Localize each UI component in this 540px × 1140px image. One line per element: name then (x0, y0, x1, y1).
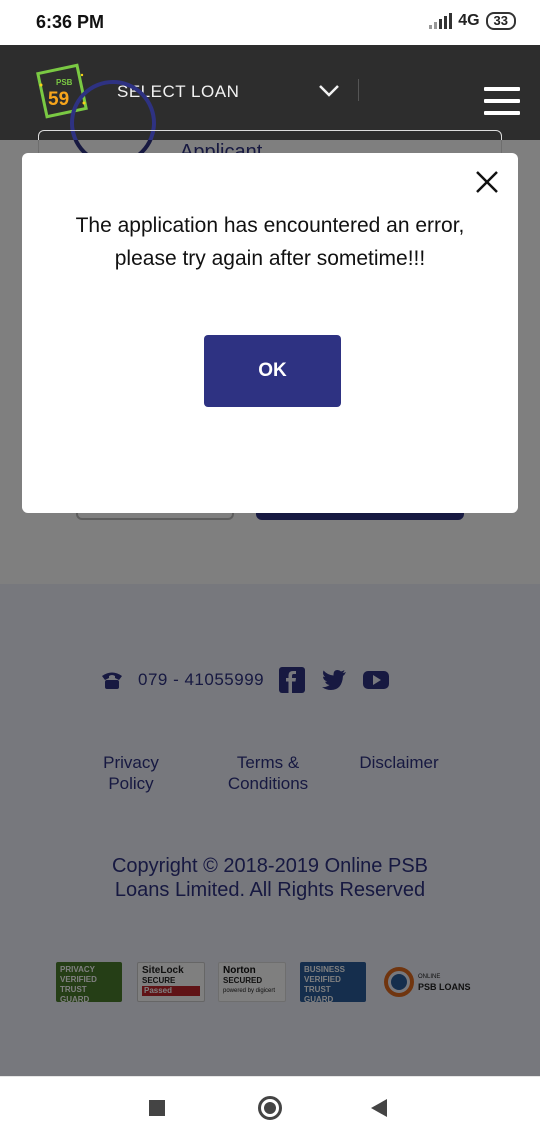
battery-level: 33 (493, 13, 508, 28)
signal-icon (429, 13, 453, 29)
chevron-down-icon[interactable] (318, 83, 340, 99)
close-icon[interactable] (474, 169, 500, 195)
error-dialog: The application has encountered an error… (22, 153, 518, 513)
system-nav-bar (0, 1076, 540, 1140)
logo-text-top: PSB (56, 78, 73, 87)
status-time: 6:36 PM (36, 12, 105, 32)
ok-button[interactable]: OK (204, 335, 341, 407)
status-bar: 6:36 PM 4G 33 (0, 0, 540, 45)
header-divider (358, 79, 359, 101)
status-right: 4G 33 (429, 12, 516, 30)
network-type: 4G (458, 12, 480, 29)
hamburger-menu-icon[interactable] (484, 87, 520, 123)
battery-icon: 33 (485, 12, 516, 30)
error-message: The application has encountered an error… (75, 214, 465, 270)
home-icon[interactable] (258, 1096, 282, 1120)
logo-text-number: 59 (48, 89, 69, 110)
back-icon[interactable] (371, 1099, 387, 1117)
recent-apps-icon[interactable] (149, 1100, 165, 1116)
